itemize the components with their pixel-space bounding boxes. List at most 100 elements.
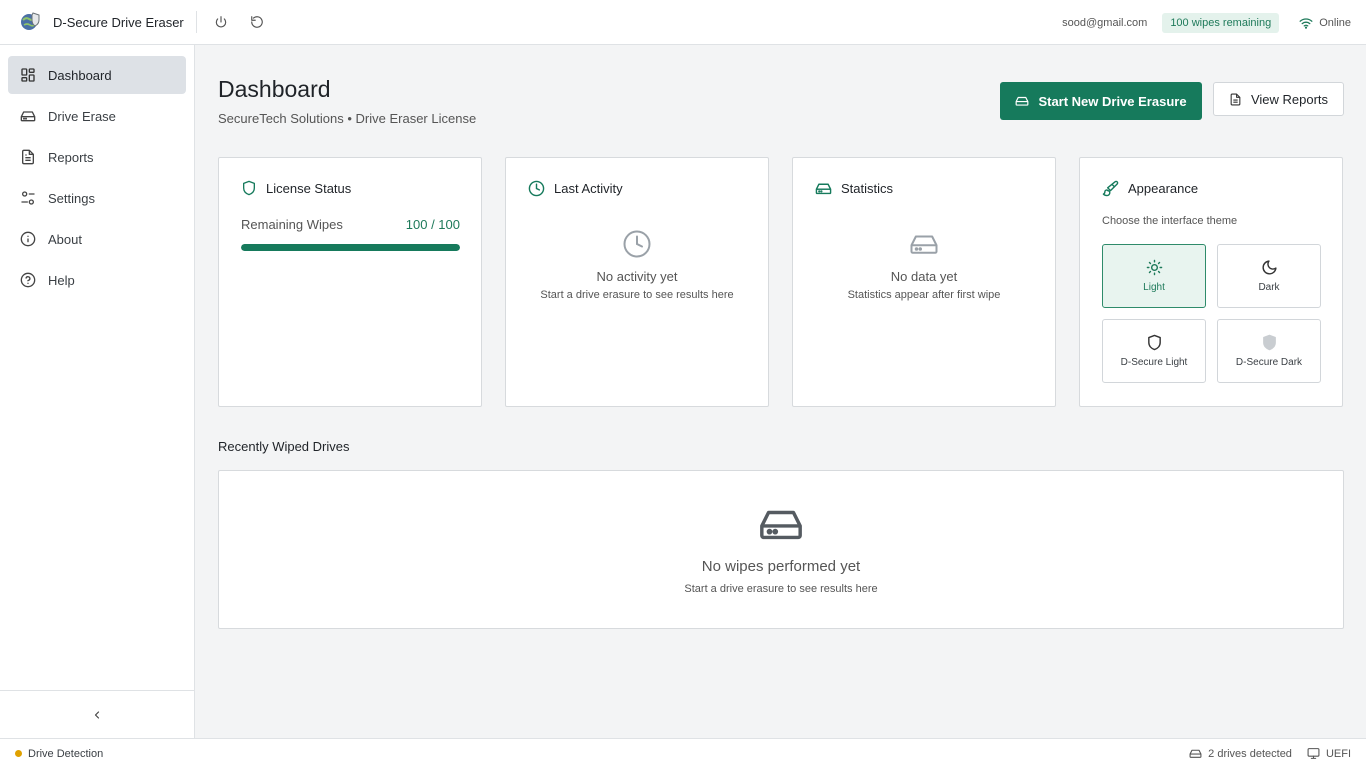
sidebar-item-about[interactable]: About (8, 220, 186, 258)
sidebar-item-label: Drive Erase (48, 108, 116, 124)
card-header: License Status (241, 180, 351, 196)
main-content: Dashboard SecureTech Solutions • Drive E… (195, 45, 1366, 738)
start-new-erasure-button[interactable]: Start New Drive Erasure (1000, 82, 1202, 120)
drives-detected-label: 2 drives detected (1208, 747, 1292, 760)
appearance-card: Appearance Choose the interface theme Li… (1079, 157, 1343, 407)
license-status-card: License Status Remaining Wipes 100 / 100 (218, 157, 482, 407)
shield-icon (243, 180, 255, 196)
theme-option-dsecure-light[interactable]: D-Secure Light (1102, 319, 1206, 383)
sun-icon (1146, 259, 1162, 276)
statistics-empty-subtitle: Statistics appear after first wipe (847, 289, 1001, 301)
sidebar-item-label: About (48, 231, 82, 247)
document-icon (1230, 93, 1241, 105)
statistics-card: Statistics No data yet Statistics appear… (792, 157, 1056, 407)
theme-option-dark[interactable]: Dark (1217, 244, 1321, 308)
sidebar-item-drive-erase[interactable]: Drive Erase (8, 97, 186, 135)
wifi-icon (1299, 17, 1313, 29)
help-icon (19, 271, 37, 289)
status-bar: Drive Detection 2 drives detected UEFI (0, 738, 1366, 768)
sidebar-item-label: Reports (48, 149, 94, 165)
sidebar-item-settings[interactable]: Settings (8, 179, 186, 217)
drive-icon (19, 107, 37, 125)
refresh-button[interactable] (244, 9, 270, 35)
power-button[interactable] (208, 9, 234, 35)
power-icon (215, 16, 227, 28)
boot-mode: UEFI (1307, 747, 1351, 760)
sidebar-item-label: Dashboard (48, 67, 112, 83)
chevron-left-icon (94, 710, 100, 719)
start-new-erasure-label: Start New Drive Erasure (1038, 93, 1187, 109)
sidebar-collapse-button[interactable] (0, 690, 194, 738)
sidebar-nav: Dashboard Drive Erase Reports Settings A… (0, 45, 194, 299)
sliders-icon (19, 189, 37, 207)
recent-section-title: Recently Wiped Drives (218, 439, 350, 454)
page-subtitle: SecureTech Solutions • Drive Eraser Lice… (218, 111, 477, 126)
drive-icon (1016, 96, 1029, 106)
remaining-wipes-count: 100 / 100 (405, 217, 460, 232)
wipes-remaining-badge: 100 wipes remaining (1162, 12, 1280, 33)
drive-empty-icon (793, 229, 1055, 259)
last-activity-card: Last Activity No activity yet Start a dr… (505, 157, 769, 407)
card-title: License Status (266, 180, 352, 196)
drive-icon (1189, 749, 1202, 758)
theme-option-label: D-Secure Dark (1235, 357, 1303, 368)
theme-option-label: Dark (1258, 282, 1280, 293)
drives-detected: 2 drives detected (1189, 747, 1292, 760)
theme-option-label: Light (1143, 282, 1165, 293)
remaining-wipes-label: Remaining Wipes (241, 217, 343, 232)
theme-option-dsecure-dark[interactable]: D-Secure Dark (1217, 319, 1321, 383)
activity-empty-title: No activity yet (596, 269, 678, 284)
dashboard-icon (19, 66, 37, 84)
clock-empty-icon (506, 229, 768, 259)
shield-outline-icon (1147, 334, 1161, 351)
globe-shield-logo-icon (19, 11, 41, 33)
clock-icon (528, 180, 545, 197)
sidebar-item-label: Settings (48, 190, 95, 206)
boot-mode-label: UEFI (1325, 747, 1351, 760)
document-icon (19, 148, 37, 166)
recent-empty-subtitle: Start a drive erasure to see results her… (684, 583, 878, 595)
status-right: 2 drives detected UEFI (1189, 747, 1351, 760)
drive-detection-label: Drive Detection (28, 747, 104, 760)
user-email: sood@gmail.com (1062, 16, 1148, 29)
app-title: D-Secure Drive Eraser (53, 14, 184, 30)
card-header: Appearance (1102, 180, 1198, 197)
recent-empty-title: No wipes performed yet (701, 558, 861, 575)
license-progress-fill (241, 244, 460, 251)
theme-option-light[interactable]: Light (1102, 244, 1206, 308)
status-label: Online (1319, 16, 1351, 29)
paintbrush-icon (1102, 180, 1119, 197)
appearance-description: Choose the interface theme (1102, 215, 1238, 227)
view-reports-button[interactable]: View Reports (1213, 82, 1344, 116)
license-progress-bar (241, 244, 460, 251)
header-right: sood@gmail.com 100 wipes remaining Onlin… (1062, 0, 1351, 45)
sidebar-item-help[interactable]: Help (8, 261, 186, 299)
moon-icon (1262, 260, 1277, 275)
drive-large-icon (219, 501, 1343, 547)
card-title: Statistics (841, 181, 894, 196)
sidebar: Dashboard Drive Erase Reports Settings A… (0, 45, 195, 738)
view-reports-label: View Reports (1250, 91, 1329, 107)
card-header: Statistics (815, 180, 893, 197)
header-divider (195, 11, 197, 33)
refresh-icon (250, 16, 263, 28)
status-dot (15, 750, 22, 757)
card-header: Last Activity (528, 180, 623, 197)
remaining-wipes-row: Remaining Wipes 100 / 100 (241, 217, 460, 232)
sidebar-item-reports[interactable]: Reports (8, 138, 186, 176)
card-title: Appearance (1128, 181, 1199, 196)
brand: D-Secure Drive Eraser (0, 0, 184, 45)
page-title: Dashboard (218, 76, 331, 102)
sidebar-item-label: Help (48, 272, 75, 288)
monitor-icon (1307, 748, 1320, 759)
shield-filled-icon (1262, 334, 1276, 351)
theme-option-label: D-Secure Light (1120, 357, 1188, 368)
connection-status: Online (1299, 17, 1351, 29)
statistics-empty-title: No data yet (890, 269, 958, 284)
card-title: Last Activity (554, 181, 623, 196)
recent-wipes-panel: No wipes performed yet Start a drive era… (218, 470, 1344, 629)
activity-empty-subtitle: Start a drive erasure to see results her… (540, 289, 734, 301)
top-bar: D-Secure Drive Eraser sood@gmail.com 100… (0, 0, 1366, 45)
sidebar-item-dashboard[interactable]: Dashboard (8, 56, 186, 94)
drive-detection-status: Drive Detection (0, 748, 103, 760)
